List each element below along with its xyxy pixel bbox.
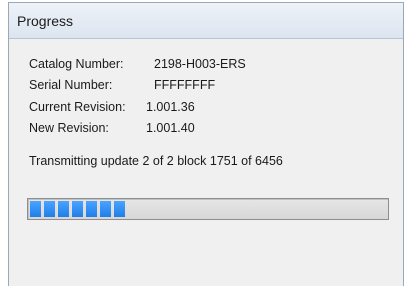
progress-fill: [30, 201, 128, 217]
progress-segment: [44, 201, 55, 217]
new-revision-label: New Revision:: [29, 121, 109, 135]
new-revision-value: 1.001.40: [146, 121, 195, 135]
current-revision-value: 1.001.36: [146, 100, 195, 114]
serial-number-row: Serial Number: FFFFFFFF: [29, 78, 215, 92]
serial-number-label: Serial Number:: [29, 78, 113, 92]
progress-dialog: Progress Catalog Number: 2198-H003-ERS S…: [8, 2, 404, 286]
progress-segment: [72, 201, 83, 217]
catalog-number-label: Catalog Number:: [29, 57, 124, 71]
catalog-number-row: Catalog Number: 2198-H003-ERS: [29, 57, 246, 71]
dialog-title: Progress: [9, 3, 403, 39]
new-revision-row: New Revision: 1.001.40: [29, 121, 195, 135]
progress-segment: [58, 201, 69, 217]
progress-segment: [30, 201, 41, 217]
catalog-number-value: 2198-H003-ERS: [154, 57, 246, 71]
progress-segment: [114, 201, 125, 217]
current-revision-row: Current Revision: 1.001.36: [29, 100, 195, 114]
current-revision-label: Current Revision:: [29, 100, 126, 114]
progress-segment: [100, 201, 111, 217]
progress-segment: [86, 201, 97, 217]
serial-number-value: FFFFFFFF: [154, 78, 216, 92]
update-progress-bar: [27, 198, 389, 220]
transfer-status-text: Transmitting update 2 of 2 block 1751 of…: [29, 154, 283, 168]
